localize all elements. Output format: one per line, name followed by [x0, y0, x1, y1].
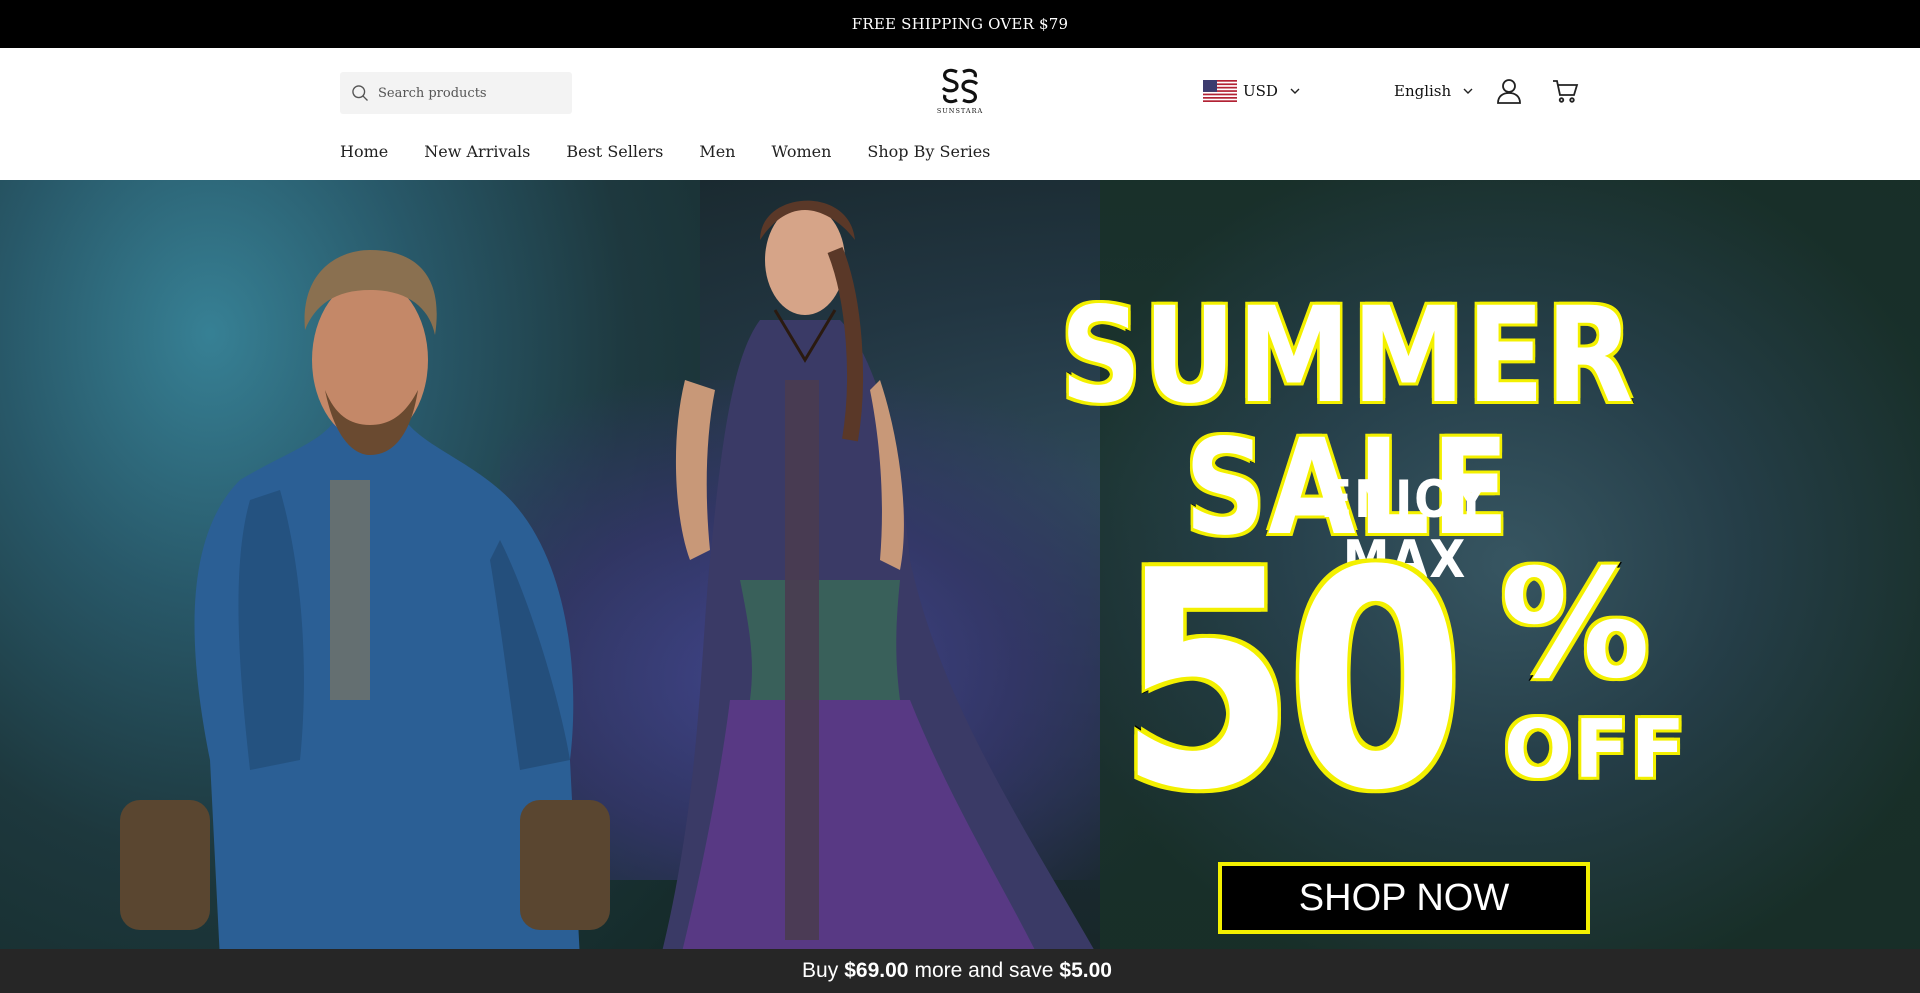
search-input[interactable]: [378, 85, 558, 101]
hero-discount-percent: %: [1497, 538, 1652, 712]
nav-item-women[interactable]: Women: [771, 142, 831, 161]
brand-logo[interactable]: SUNSTARA: [930, 66, 990, 118]
language-label: English: [1394, 82, 1452, 100]
hero-discount-off: OFF: [1502, 703, 1688, 796]
savebar-middle: more and save: [914, 959, 1054, 982]
nav-item-shop-by-series[interactable]: Shop By Series: [867, 142, 990, 161]
site-header: SUNSTARA USD English Home New Ar: [0, 48, 1920, 180]
savebar-prefix: Buy: [802, 959, 839, 982]
account-button[interactable]: [1494, 76, 1524, 106]
nav-item-new-arrivals[interactable]: New Arrivals: [424, 142, 530, 161]
hero-discount-number: 50: [1115, 507, 1466, 856]
savebar-savings: $5.00: [1059, 959, 1112, 982]
logo-text: SUNSTARA: [936, 107, 984, 115]
shop-now-button[interactable]: SHOP NOW: [1218, 862, 1590, 934]
nav-item-home[interactable]: Home: [340, 142, 388, 161]
announcement-bar: FREE SHIPPING OVER $79: [0, 0, 1920, 48]
user-icon: [1497, 79, 1521, 104]
cart-button[interactable]: [1550, 76, 1580, 106]
chevron-down-icon: [1463, 88, 1473, 94]
nav-item-men[interactable]: Men: [699, 142, 735, 161]
language-selector[interactable]: English: [1394, 78, 1473, 104]
savebar-amount-needed: $69.00: [844, 959, 909, 982]
currency-selector[interactable]: USD: [1203, 78, 1300, 104]
us-flag-icon: [1203, 80, 1237, 102]
free-shipping-progress-bar: Buy $69.00 more and save $5.00: [0, 949, 1920, 993]
hero-male-model-image: [120, 250, 610, 949]
main-nav: Home New Arrivals Best Sellers Men Women…: [340, 142, 1026, 161]
logo-mark-icon: [941, 68, 979, 104]
currency-label: USD: [1243, 82, 1278, 100]
nav-item-best-sellers[interactable]: Best Sellers: [566, 142, 663, 161]
search-box[interactable]: [340, 72, 572, 114]
search-icon[interactable]: [350, 83, 370, 103]
cart-icon: [1553, 80, 1579, 103]
hero-banner[interactable]: SUMMER SALE ENJOY MAX 50 % OFF SHOP NOW: [0, 180, 1920, 949]
chevron-down-icon: [1290, 88, 1300, 94]
announcement-text: FREE SHIPPING OVER $79: [851, 15, 1069, 33]
